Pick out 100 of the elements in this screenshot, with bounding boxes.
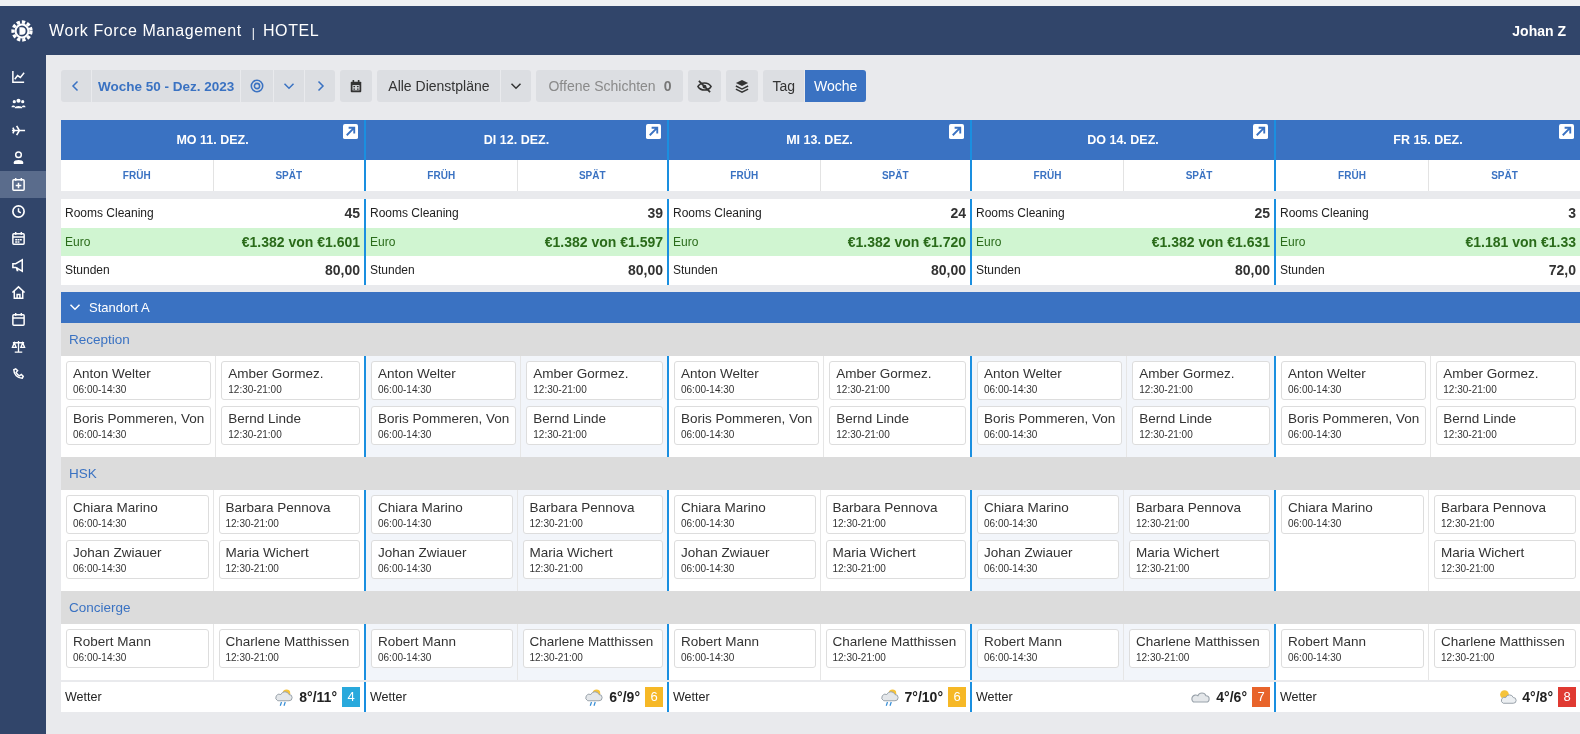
shift-card[interactable]: Bernd Linde 12:30-21:00 bbox=[221, 405, 360, 445]
shift-card[interactable]: Barbara Pennova 12:30-21:00 bbox=[1129, 494, 1270, 534]
stat-value: €1.382 von €1.720 bbox=[847, 233, 966, 250]
shift-card[interactable]: Barbara Pennova 12:30-21:00 bbox=[522, 494, 663, 534]
shift-time: 12:30-21:00 bbox=[533, 383, 588, 395]
shift-card[interactable]: Charlene Matthissen 12:30-21:00 bbox=[1434, 628, 1576, 668]
sidebar-item[interactable] bbox=[0, 171, 46, 198]
shift-card[interactable]: Johan Zwiauer 06:00-14:30 bbox=[371, 539, 513, 579]
shift-card[interactable]: Bernd Linde 12:30-21:00 bbox=[829, 405, 966, 445]
weather-label: Wetter bbox=[673, 689, 710, 704]
stat-value: 24 bbox=[950, 205, 966, 222]
location-header[interactable]: Standort A bbox=[61, 291, 1580, 323]
shift-card[interactable]: Boris Pommeren, Von 06:00-14:30 bbox=[66, 405, 212, 445]
group-header[interactable]: Concierge bbox=[61, 590, 1580, 624]
view-tab[interactable]: Woche bbox=[805, 70, 867, 102]
calendar-icon bbox=[349, 79, 364, 93]
shift-time: 12:30-21:00 bbox=[832, 562, 887, 574]
shift-card[interactable]: Maria Wichert 12:30-21:00 bbox=[522, 539, 663, 579]
shift-card[interactable]: Anton Welter 06:00-14:30 bbox=[674, 360, 820, 400]
shift-time: 12:30-21:00 bbox=[1136, 517, 1191, 529]
user-name[interactable]: Johan Z bbox=[1512, 22, 1566, 39]
shift-card[interactable]: Bernd Linde 12:30-21:00 bbox=[1132, 405, 1270, 445]
stat-label: Euro bbox=[65, 234, 91, 249]
employee-name: Robert Mann bbox=[378, 633, 458, 649]
employee-name: Amber Gormez. bbox=[1443, 365, 1540, 381]
shift-card[interactable]: Bernd Linde 12:30-21:00 bbox=[526, 405, 663, 445]
shift-time: 06:00-14:30 bbox=[378, 562, 433, 574]
shift-card[interactable]: Boris Pommeren, Von 06:00-14:30 bbox=[1281, 405, 1427, 445]
group-name: Reception bbox=[69, 331, 130, 347]
shift-card[interactable]: Maria Wichert 12:30-21:00 bbox=[1129, 539, 1270, 579]
shift-card[interactable]: Charlene Matthissen 12:30-21:00 bbox=[825, 628, 966, 668]
shift-card[interactable]: Barbara Pennova 12:30-21:00 bbox=[218, 494, 360, 534]
shift-card[interactable]: Robert Mann 06:00-14:30 bbox=[66, 628, 209, 668]
shift-card[interactable]: Johan Zwiauer 06:00-14:30 bbox=[977, 539, 1119, 579]
shift-card[interactable]: Amber Gormez. 12:30-21:00 bbox=[526, 360, 663, 400]
shift-card[interactable]: Chiara Marino 06:00-14:30 bbox=[977, 494, 1119, 534]
shift-card[interactable]: Bernd Linde 12:30-21:00 bbox=[1436, 405, 1576, 445]
week-label[interactable]: Woche 50 - Dez. 2023 bbox=[92, 70, 241, 102]
shift-card[interactable]: Charlene Matthissen 12:30-21:00 bbox=[218, 628, 360, 668]
shift-label: SPÄT bbox=[516, 160, 667, 191]
shift-time: 06:00-14:30 bbox=[984, 562, 1039, 574]
employee-name: Maria Wichert bbox=[225, 544, 310, 560]
shift-card[interactable]: Anton Welter 06:00-14:30 bbox=[66, 360, 212, 400]
shift-card[interactable]: Robert Mann 06:00-14:30 bbox=[977, 628, 1119, 668]
shift-card[interactable]: Johan Zwiauer 06:00-14:30 bbox=[674, 539, 816, 579]
hide-button[interactable] bbox=[688, 70, 722, 102]
shift-card[interactable]: Robert Mann 06:00-14:30 bbox=[674, 628, 816, 668]
shift-card[interactable]: Chiara Marino 06:00-14:30 bbox=[1281, 494, 1424, 534]
weather-label: Wetter bbox=[370, 689, 407, 704]
shift-card[interactable]: Boris Pommeren, Von 06:00-14:30 bbox=[674, 405, 820, 445]
shift-card[interactable]: Anton Welter 06:00-14:30 bbox=[1281, 360, 1427, 400]
shift-card[interactable]: Maria Wichert 12:30-21:00 bbox=[1434, 539, 1576, 579]
location-name: Standort A bbox=[89, 299, 150, 315]
shift-card[interactable]: Barbara Pennova 12:30-21:00 bbox=[825, 494, 966, 534]
group-header[interactable]: HSK bbox=[61, 456, 1580, 490]
shift-card[interactable]: Amber Gormez. 12:30-21:00 bbox=[221, 360, 360, 400]
roster-select[interactable]: Alle Dienstpläne bbox=[377, 70, 501, 102]
group-header[interactable]: Reception bbox=[61, 322, 1580, 356]
expand-icon bbox=[646, 124, 661, 139]
shift-time: 12:30-21:00 bbox=[228, 428, 283, 440]
shift-card[interactable]: Anton Welter 06:00-14:30 bbox=[371, 360, 517, 400]
employee-name: Bernd Linde bbox=[1443, 410, 1518, 426]
calendar-button[interactable] bbox=[340, 70, 373, 102]
day-label: DI 12. DEZ. bbox=[483, 133, 550, 147]
shift-card[interactable]: Boris Pommeren, Von 06:00-14:30 bbox=[977, 405, 1123, 445]
employee-name: Anton Welter bbox=[73, 365, 152, 381]
shift-time: 12:30-21:00 bbox=[1136, 562, 1191, 574]
shift-card[interactable]: Charlene Matthissen 12:30-21:00 bbox=[1129, 628, 1270, 668]
shift-card[interactable]: Maria Wichert 12:30-21:00 bbox=[218, 539, 360, 579]
shift-card[interactable]: Boris Pommeren, Von 06:00-14:30 bbox=[371, 405, 517, 445]
stat-label: Rooms Cleaning bbox=[673, 206, 762, 221]
shift-card[interactable]: Robert Mann 06:00-14:30 bbox=[371, 628, 513, 668]
shift-card[interactable]: Johan Zwiauer 06:00-14:30 bbox=[66, 539, 209, 579]
shift-card[interactable]: Anton Welter 06:00-14:30 bbox=[977, 360, 1123, 400]
shift-card[interactable]: Chiara Marino 06:00-14:30 bbox=[674, 494, 816, 534]
employee-name: Boris Pommeren, Von bbox=[681, 410, 813, 426]
expand-icon bbox=[1559, 124, 1574, 139]
employee-name: Maria Wichert bbox=[1441, 544, 1526, 560]
today-button[interactable] bbox=[241, 70, 274, 102]
shift-card[interactable]: Amber Gormez. 12:30-21:00 bbox=[1436, 360, 1576, 400]
stat-label: Euro bbox=[673, 234, 699, 249]
day-label: FR 15. DEZ. bbox=[1393, 133, 1463, 147]
shift-card[interactable]: Chiara Marino 06:00-14:30 bbox=[66, 494, 209, 534]
shift-card[interactable]: Amber Gormez. 12:30-21:00 bbox=[829, 360, 966, 400]
shift-card[interactable]: Amber Gormez. 12:30-21:00 bbox=[1132, 360, 1270, 400]
expand-icon bbox=[1253, 124, 1268, 139]
temperature: 4°/8° bbox=[1522, 688, 1553, 705]
shift-card[interactable]: Maria Wichert 12:30-21:00 bbox=[825, 539, 966, 579]
shift-card[interactable]: Chiara Marino 06:00-14:30 bbox=[371, 494, 513, 534]
employee-name: Johan Zwiauer bbox=[681, 544, 771, 560]
stat-label: Euro bbox=[976, 234, 1002, 249]
employee-name: Robert Mann bbox=[73, 633, 153, 649]
shift-card[interactable]: Barbara Pennova 12:30-21:00 bbox=[1434, 494, 1576, 534]
view-tab[interactable]: Tag bbox=[763, 70, 804, 102]
day-label: DO 14. DEZ. bbox=[1087, 133, 1159, 147]
shift-card[interactable]: Robert Mann 06:00-14:30 bbox=[1281, 628, 1424, 668]
group-name: HSK bbox=[69, 465, 97, 481]
scales-icon bbox=[10, 339, 26, 354]
layers-button[interactable] bbox=[726, 70, 759, 102]
shift-card[interactable]: Charlene Matthissen 12:30-21:00 bbox=[522, 628, 663, 668]
